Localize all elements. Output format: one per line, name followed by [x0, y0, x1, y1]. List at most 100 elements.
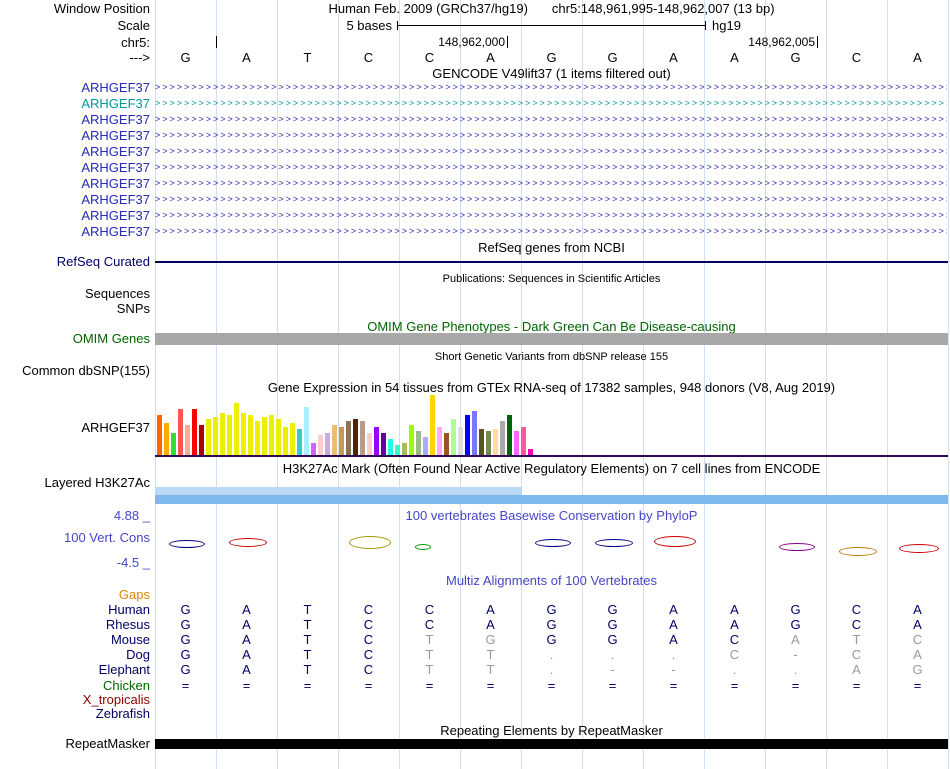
multiz-species-label[interactable]: X_tropicalis: [0, 693, 150, 707]
gtex-bar[interactable]: [521, 427, 526, 455]
phylop-track-label[interactable]: 100 Vert. Cons: [0, 531, 150, 545]
gtex-bar[interactable]: [206, 419, 211, 455]
gtex-bar[interactable]: [486, 431, 491, 455]
gencode-transcript-label[interactable]: ARHGEF37: [0, 113, 150, 127]
multiz-species-label[interactable]: Dog: [0, 648, 150, 662]
sequences-track-label[interactable]: Sequences: [0, 287, 150, 301]
gtex-bar[interactable]: [332, 425, 337, 455]
gtex-bar[interactable]: [479, 429, 484, 455]
gtex-bar[interactable]: [234, 403, 239, 455]
h3k27ac-signal-bottom[interactable]: [155, 495, 948, 504]
gencode-transcript-label[interactable]: ARHGEF37: [0, 81, 150, 95]
h3k27ac-signal-top[interactable]: [155, 487, 522, 495]
gencode-transcript-label[interactable]: ARHGEF37: [0, 145, 150, 159]
multiz-species-label[interactable]: Chicken: [0, 679, 150, 693]
gtex-bar[interactable]: [262, 417, 267, 455]
gtex-bar[interactable]: [360, 421, 365, 455]
gtex-bar[interactable]: [493, 429, 498, 455]
gencode-transcript-label[interactable]: ARHGEF37: [0, 177, 150, 191]
gtex-bar[interactable]: [339, 427, 344, 455]
gtex-bar[interactable]: [395, 445, 400, 455]
repeatmasker-label[interactable]: RepeatMasker: [0, 737, 150, 751]
multiz-base: G: [546, 632, 557, 647]
gtex-bar[interactable]: [157, 415, 162, 455]
gencode-transcript-item[interactable]: >>>>>>>>>>>>>>>>>>>>>>>>>>>>>>>>>>>>>>>>…: [155, 225, 947, 239]
gtex-bar[interactable]: [185, 425, 190, 455]
gtex-bar[interactable]: [507, 415, 512, 455]
gtex-bar[interactable]: [192, 409, 197, 455]
gencode-transcript-item[interactable]: >>>>>>>>>>>>>>>>>>>>>>>>>>>>>>>>>>>>>>>>…: [155, 129, 947, 143]
gencode-transcript-item[interactable]: >>>>>>>>>>>>>>>>>>>>>>>>>>>>>>>>>>>>>>>>…: [155, 113, 947, 127]
dbsnp-track-label[interactable]: Common dbSNP(155): [0, 364, 150, 378]
multiz-base: T: [486, 662, 495, 677]
multiz-species-label[interactable]: Rhesus: [0, 618, 150, 632]
gencode-transcript-label[interactable]: ARHGEF37: [0, 225, 150, 239]
refseq-curated-item[interactable]: [155, 261, 948, 263]
gtex-bar[interactable]: [381, 433, 386, 455]
multiz-base: =: [181, 678, 190, 693]
omim-genes-item[interactable]: [155, 333, 948, 345]
gtex-bar[interactable]: [416, 431, 421, 455]
gtex-bar[interactable]: [213, 417, 218, 455]
gtex-bar[interactable]: [444, 433, 449, 455]
gtex-bar[interactable]: [297, 429, 302, 455]
multiz-species-label[interactable]: Mouse: [0, 633, 150, 647]
gtex-bar[interactable]: [241, 413, 246, 455]
gtex-bar[interactable]: [318, 435, 323, 455]
gencode-transcript-item[interactable]: >>>>>>>>>>>>>>>>>>>>>>>>>>>>>>>>>>>>>>>>…: [155, 97, 947, 111]
gtex-bar[interactable]: [514, 431, 519, 455]
gtex-bar[interactable]: [255, 421, 260, 455]
gtex-bar[interactable]: [472, 411, 477, 455]
gtex-bar[interactable]: [220, 413, 225, 455]
gtex-bar[interactable]: [402, 443, 407, 455]
refseq-curated-label[interactable]: RefSeq Curated: [0, 255, 150, 269]
gtex-bar[interactable]: [304, 407, 309, 455]
gencode-transcript-item[interactable]: >>>>>>>>>>>>>>>>>>>>>>>>>>>>>>>>>>>>>>>>…: [155, 177, 947, 191]
snps-track-label[interactable]: SNPs: [0, 302, 150, 316]
gtex-bar[interactable]: [409, 425, 414, 455]
gencode-transcript-label[interactable]: ARHGEF37: [0, 209, 150, 223]
gencode-transcript-label[interactable]: ARHGEF37: [0, 97, 150, 111]
gtex-bar[interactable]: [171, 433, 176, 455]
gtex-bar[interactable]: [353, 419, 358, 455]
multiz-species-label[interactable]: Zebrafish: [0, 707, 150, 721]
gencode-transcript-item[interactable]: >>>>>>>>>>>>>>>>>>>>>>>>>>>>>>>>>>>>>>>>…: [155, 161, 947, 175]
gtex-bar[interactable]: [290, 423, 295, 455]
multiz-base: A: [913, 602, 922, 617]
gtex-bar[interactable]: [269, 415, 274, 455]
gtex-bar[interactable]: [227, 415, 232, 455]
gtex-bar[interactable]: [276, 419, 281, 455]
gencode-transcript-label[interactable]: ARHGEF37: [0, 193, 150, 207]
multiz-species-label[interactable]: Elephant: [0, 663, 150, 677]
gtex-gene-label[interactable]: ARHGEF37: [0, 421, 150, 435]
gtex-bar[interactable]: [465, 415, 470, 455]
gtex-bar[interactable]: [437, 427, 442, 455]
gtex-bar[interactable]: [325, 433, 330, 455]
gtex-bar[interactable]: [423, 437, 428, 455]
gencode-transcript-label[interactable]: ARHGEF37: [0, 161, 150, 175]
omim-title: OMIM Gene Phenotypes - Dark Green Can Be…: [367, 319, 736, 334]
gtex-bar[interactable]: [430, 395, 435, 455]
gencode-transcript-item[interactable]: >>>>>>>>>>>>>>>>>>>>>>>>>>>>>>>>>>>>>>>>…: [155, 145, 947, 159]
multiz-species-label[interactable]: Human: [0, 603, 150, 617]
gtex-bar[interactable]: [199, 425, 204, 455]
gtex-bar[interactable]: [374, 427, 379, 455]
gtex-bar[interactable]: [164, 423, 169, 455]
gtex-bar[interactable]: [458, 427, 463, 455]
gencode-transcript-item[interactable]: >>>>>>>>>>>>>>>>>>>>>>>>>>>>>>>>>>>>>>>>…: [155, 209, 947, 223]
h3k27ac-label[interactable]: Layered H3K27Ac: [0, 476, 150, 490]
gtex-bar[interactable]: [500, 421, 505, 455]
repeatmasker-item[interactable]: [155, 739, 948, 749]
gtex-bar[interactable]: [388, 439, 393, 455]
gtex-bar[interactable]: [367, 433, 372, 455]
gencode-transcript-item[interactable]: >>>>>>>>>>>>>>>>>>>>>>>>>>>>>>>>>>>>>>>>…: [155, 81, 947, 95]
omim-genes-label[interactable]: OMIM Genes: [0, 332, 150, 346]
gtex-bar[interactable]: [311, 443, 316, 455]
gtex-bar[interactable]: [248, 415, 253, 455]
gtex-bar[interactable]: [346, 421, 351, 455]
gtex-bar[interactable]: [283, 427, 288, 455]
gtex-bar[interactable]: [178, 409, 183, 455]
gencode-transcript-label[interactable]: ARHGEF37: [0, 129, 150, 143]
gencode-transcript-item[interactable]: >>>>>>>>>>>>>>>>>>>>>>>>>>>>>>>>>>>>>>>>…: [155, 193, 947, 207]
gtex-bar[interactable]: [451, 419, 456, 455]
